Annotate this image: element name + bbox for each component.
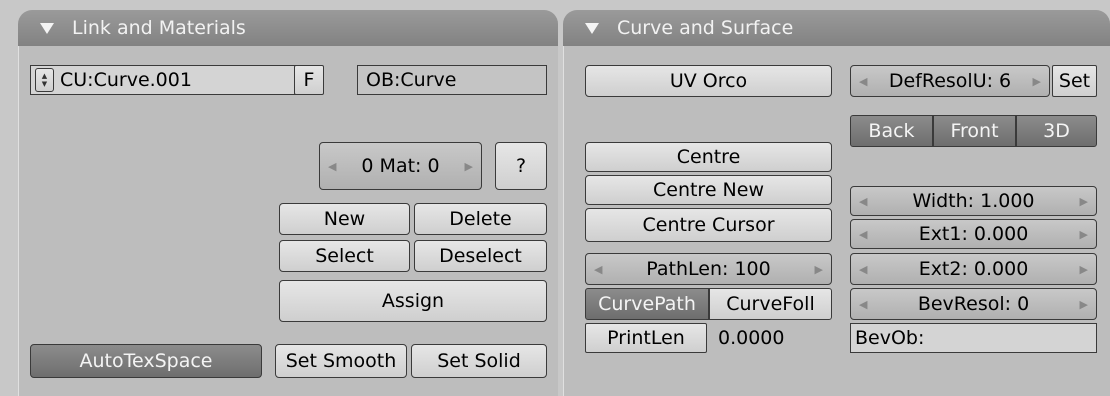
panel-header[interactable]: Link and Materials <box>18 10 558 46</box>
curve-datablock-field[interactable]: ▲ ▼ CU:Curve.001 <box>30 65 308 95</box>
back-toggle[interactable]: Back <box>850 115 933 147</box>
decrement-arrow-icon[interactable]: ◀ <box>594 263 602 276</box>
decrement-arrow-icon[interactable]: ◀ <box>859 228 867 241</box>
panel-title: Curve and Surface <box>617 17 794 39</box>
set-resolution-button[interactable]: Set <box>1052 65 1097 97</box>
printlen-value: 0.0000 <box>718 327 785 349</box>
ext2-label: Ext2: 0.000 <box>918 258 1029 280</box>
front-toggle[interactable]: Front <box>933 115 1016 147</box>
curve-name-text: CU:Curve.001 <box>60 69 192 91</box>
defresolu-slider[interactable]: ◀ DefResolU: 6 ▶ <box>850 65 1050 97</box>
increment-arrow-icon[interactable]: ▶ <box>1033 75 1041 88</box>
centre-new-button[interactable]: Centre New <box>585 175 832 205</box>
increment-arrow-icon[interactable]: ▶ <box>465 160 473 173</box>
panel-title: Link and Materials <box>72 17 246 39</box>
set-smooth-button[interactable]: Set Smooth <box>275 344 407 378</box>
object-name-field[interactable]: OB:Curve <box>357 65 547 95</box>
assign-material-button[interactable]: Assign <box>279 280 547 322</box>
deselect-material-button[interactable]: Deselect <box>414 240 547 272</box>
material-index-slider[interactable]: ◀ 0 Mat: 0 ▶ <box>319 142 482 190</box>
ext1-slider[interactable]: ◀ Ext1: 0.000 ▶ <box>850 219 1097 249</box>
increment-arrow-icon[interactable]: ▶ <box>1080 263 1088 276</box>
material-help-button[interactable]: ? <box>495 142 547 190</box>
select-material-button[interactable]: Select <box>279 240 410 272</box>
curve-and-surface-panel: Curve and Surface UV Orco ◀ DefResolU: 6… <box>563 10 1110 396</box>
ext2-slider[interactable]: ◀ Ext2: 0.000 ▶ <box>850 253 1097 285</box>
increment-arrow-icon[interactable]: ▶ <box>1080 228 1088 241</box>
material-index-label: 0 Mat: 0 <box>361 155 440 177</box>
pathlen-slider[interactable]: ◀ PathLen: 100 ▶ <box>585 253 832 285</box>
decrement-arrow-icon[interactable]: ◀ <box>859 195 867 208</box>
centre-button[interactable]: Centre <box>585 142 832 172</box>
set-solid-button[interactable]: Set Solid <box>411 344 547 378</box>
browse-updown-icon[interactable]: ▲ ▼ <box>35 68 54 92</box>
ext1-label: Ext1: 0.000 <box>918 223 1029 245</box>
panel-header[interactable]: Curve and Surface <box>563 10 1110 46</box>
curvepath-toggle[interactable]: CurvePath <box>585 288 709 320</box>
3d-toggle[interactable]: 3D <box>1016 115 1097 147</box>
collapse-triangle-icon[interactable] <box>585 22 599 34</box>
increment-arrow-icon[interactable]: ▶ <box>815 263 823 276</box>
bevresol-slider[interactable]: ◀ BevResol: 0 ▶ <box>850 288 1097 320</box>
decrement-arrow-icon[interactable]: ◀ <box>859 263 867 276</box>
curvefoll-toggle[interactable]: CurveFoll <box>709 288 832 320</box>
bevob-field[interactable]: BevOb: <box>850 323 1097 353</box>
defresolu-label: DefResolU: 6 <box>888 70 1012 92</box>
decrement-arrow-icon[interactable]: ◀ <box>859 75 867 88</box>
increment-arrow-icon[interactable]: ▶ <box>1080 298 1088 311</box>
new-material-button[interactable]: New <box>279 203 410 235</box>
fake-user-button[interactable]: F <box>294 65 324 95</box>
autotexspace-toggle[interactable]: AutoTexSpace <box>30 344 262 378</box>
width-label: Width: 1.000 <box>912 190 1035 212</box>
pathlen-label: PathLen: 100 <box>646 258 771 280</box>
uv-orco-button[interactable]: UV Orco <box>585 65 832 97</box>
printlen-button[interactable]: PrintLen <box>585 323 707 353</box>
width-slider[interactable]: ◀ Width: 1.000 ▶ <box>850 186 1097 216</box>
increment-arrow-icon[interactable]: ▶ <box>1080 195 1088 208</box>
centre-cursor-button[interactable]: Centre Cursor <box>585 208 832 242</box>
decrement-arrow-icon[interactable]: ◀ <box>328 160 336 173</box>
decrement-arrow-icon[interactable]: ◀ <box>859 298 867 311</box>
bevresol-label: BevResol: 0 <box>917 293 1030 315</box>
delete-material-button[interactable]: Delete <box>414 203 547 235</box>
link-and-materials-panel: Link and Materials ▲ ▼ CU:Curve.001 F OB:… <box>18 10 558 396</box>
collapse-triangle-icon[interactable] <box>40 22 54 34</box>
